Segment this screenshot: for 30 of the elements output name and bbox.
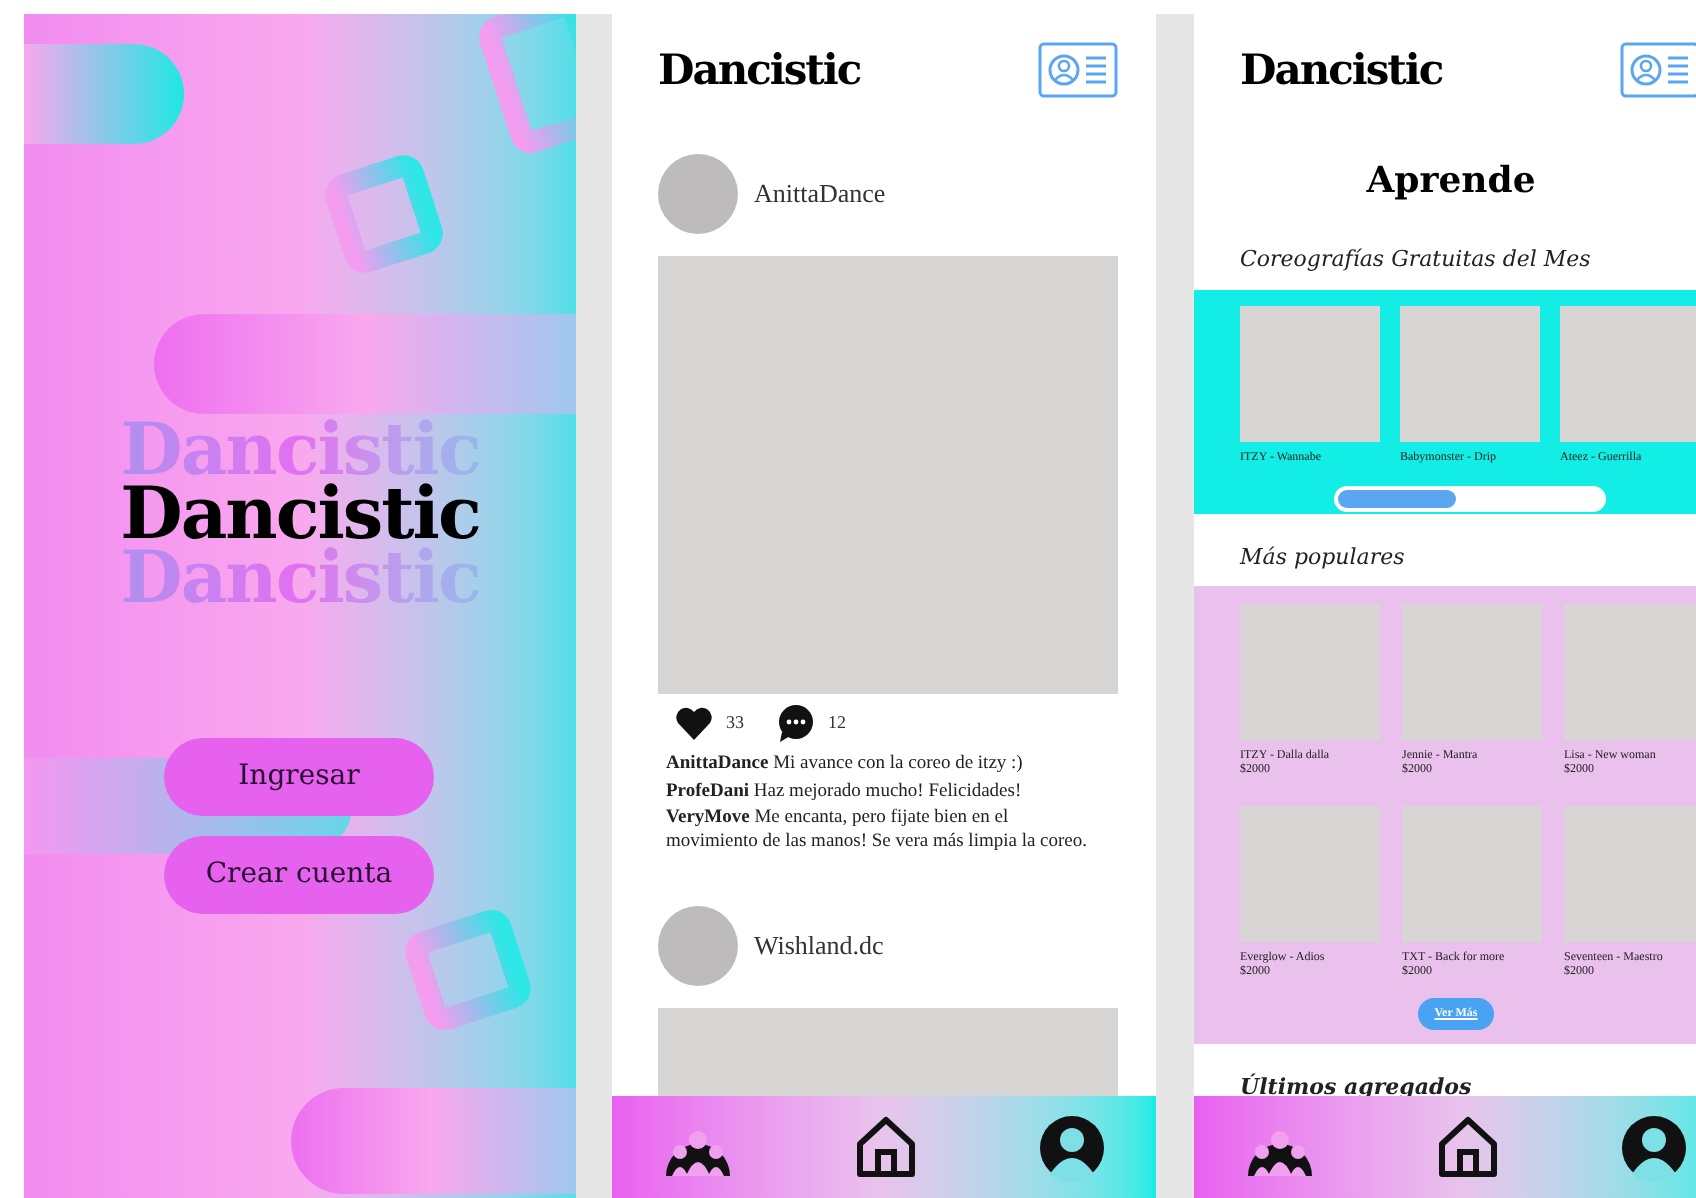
profile-card-icon[interactable]	[1620, 42, 1696, 98]
section-heading: Coreografías Gratuitas del Mes	[1238, 244, 1593, 276]
app-logo: Dancistic	[120, 482, 480, 546]
comment-text: AnittaDance Mi avance con la coreo de itzy :)	[666, 754, 1025, 777]
username[interactable]: Wishland.dc	[754, 926, 884, 966]
avatar-placeholder	[658, 906, 738, 986]
avatar-placeholder	[658, 154, 738, 234]
profile-icon[interactable]	[1620, 1113, 1688, 1181]
section-heading: Últimos agregados	[1238, 1072, 1474, 1104]
thumbnail-placeholder[interactable]	[1240, 305, 1380, 441]
scroll-indicator[interactable]	[1334, 485, 1606, 511]
comment-text: VeryMove Me encanta, pero fijate bien en el movimiento de las manos! Se vera más limpia la coreo.	[666, 808, 1090, 854]
profile-card-icon[interactable]	[1038, 42, 1118, 98]
app-logo: Dancistic	[1240, 42, 1443, 99]
welcome-button[interactable]: Ingresar	[164, 738, 434, 816]
like-count: 33	[726, 709, 744, 736]
home-icon[interactable]	[1434, 1114, 1502, 1180]
thumbnail-placeholder[interactable]	[1560, 305, 1696, 441]
section-heading: Más populares	[1237, 541, 1407, 573]
profile-icon[interactable]	[1038, 1113, 1106, 1181]
comment-count: 12	[828, 709, 846, 736]
username[interactable]: AnittaDance	[754, 174, 886, 214]
comment-text: ProfeDani Haz mejorado mucho! Felicidades!	[666, 781, 1024, 804]
home-icon[interactable]	[852, 1114, 920, 1180]
comment-icon[interactable]	[776, 704, 816, 742]
heart-icon[interactable]	[674, 704, 714, 742]
page-title: Aprende	[1366, 158, 1536, 206]
app-logo: Dancistic	[658, 42, 861, 99]
welcome-button[interactable]: Crear cuenta	[164, 836, 434, 914]
thumbnail-placeholder[interactable]	[1400, 305, 1540, 441]
